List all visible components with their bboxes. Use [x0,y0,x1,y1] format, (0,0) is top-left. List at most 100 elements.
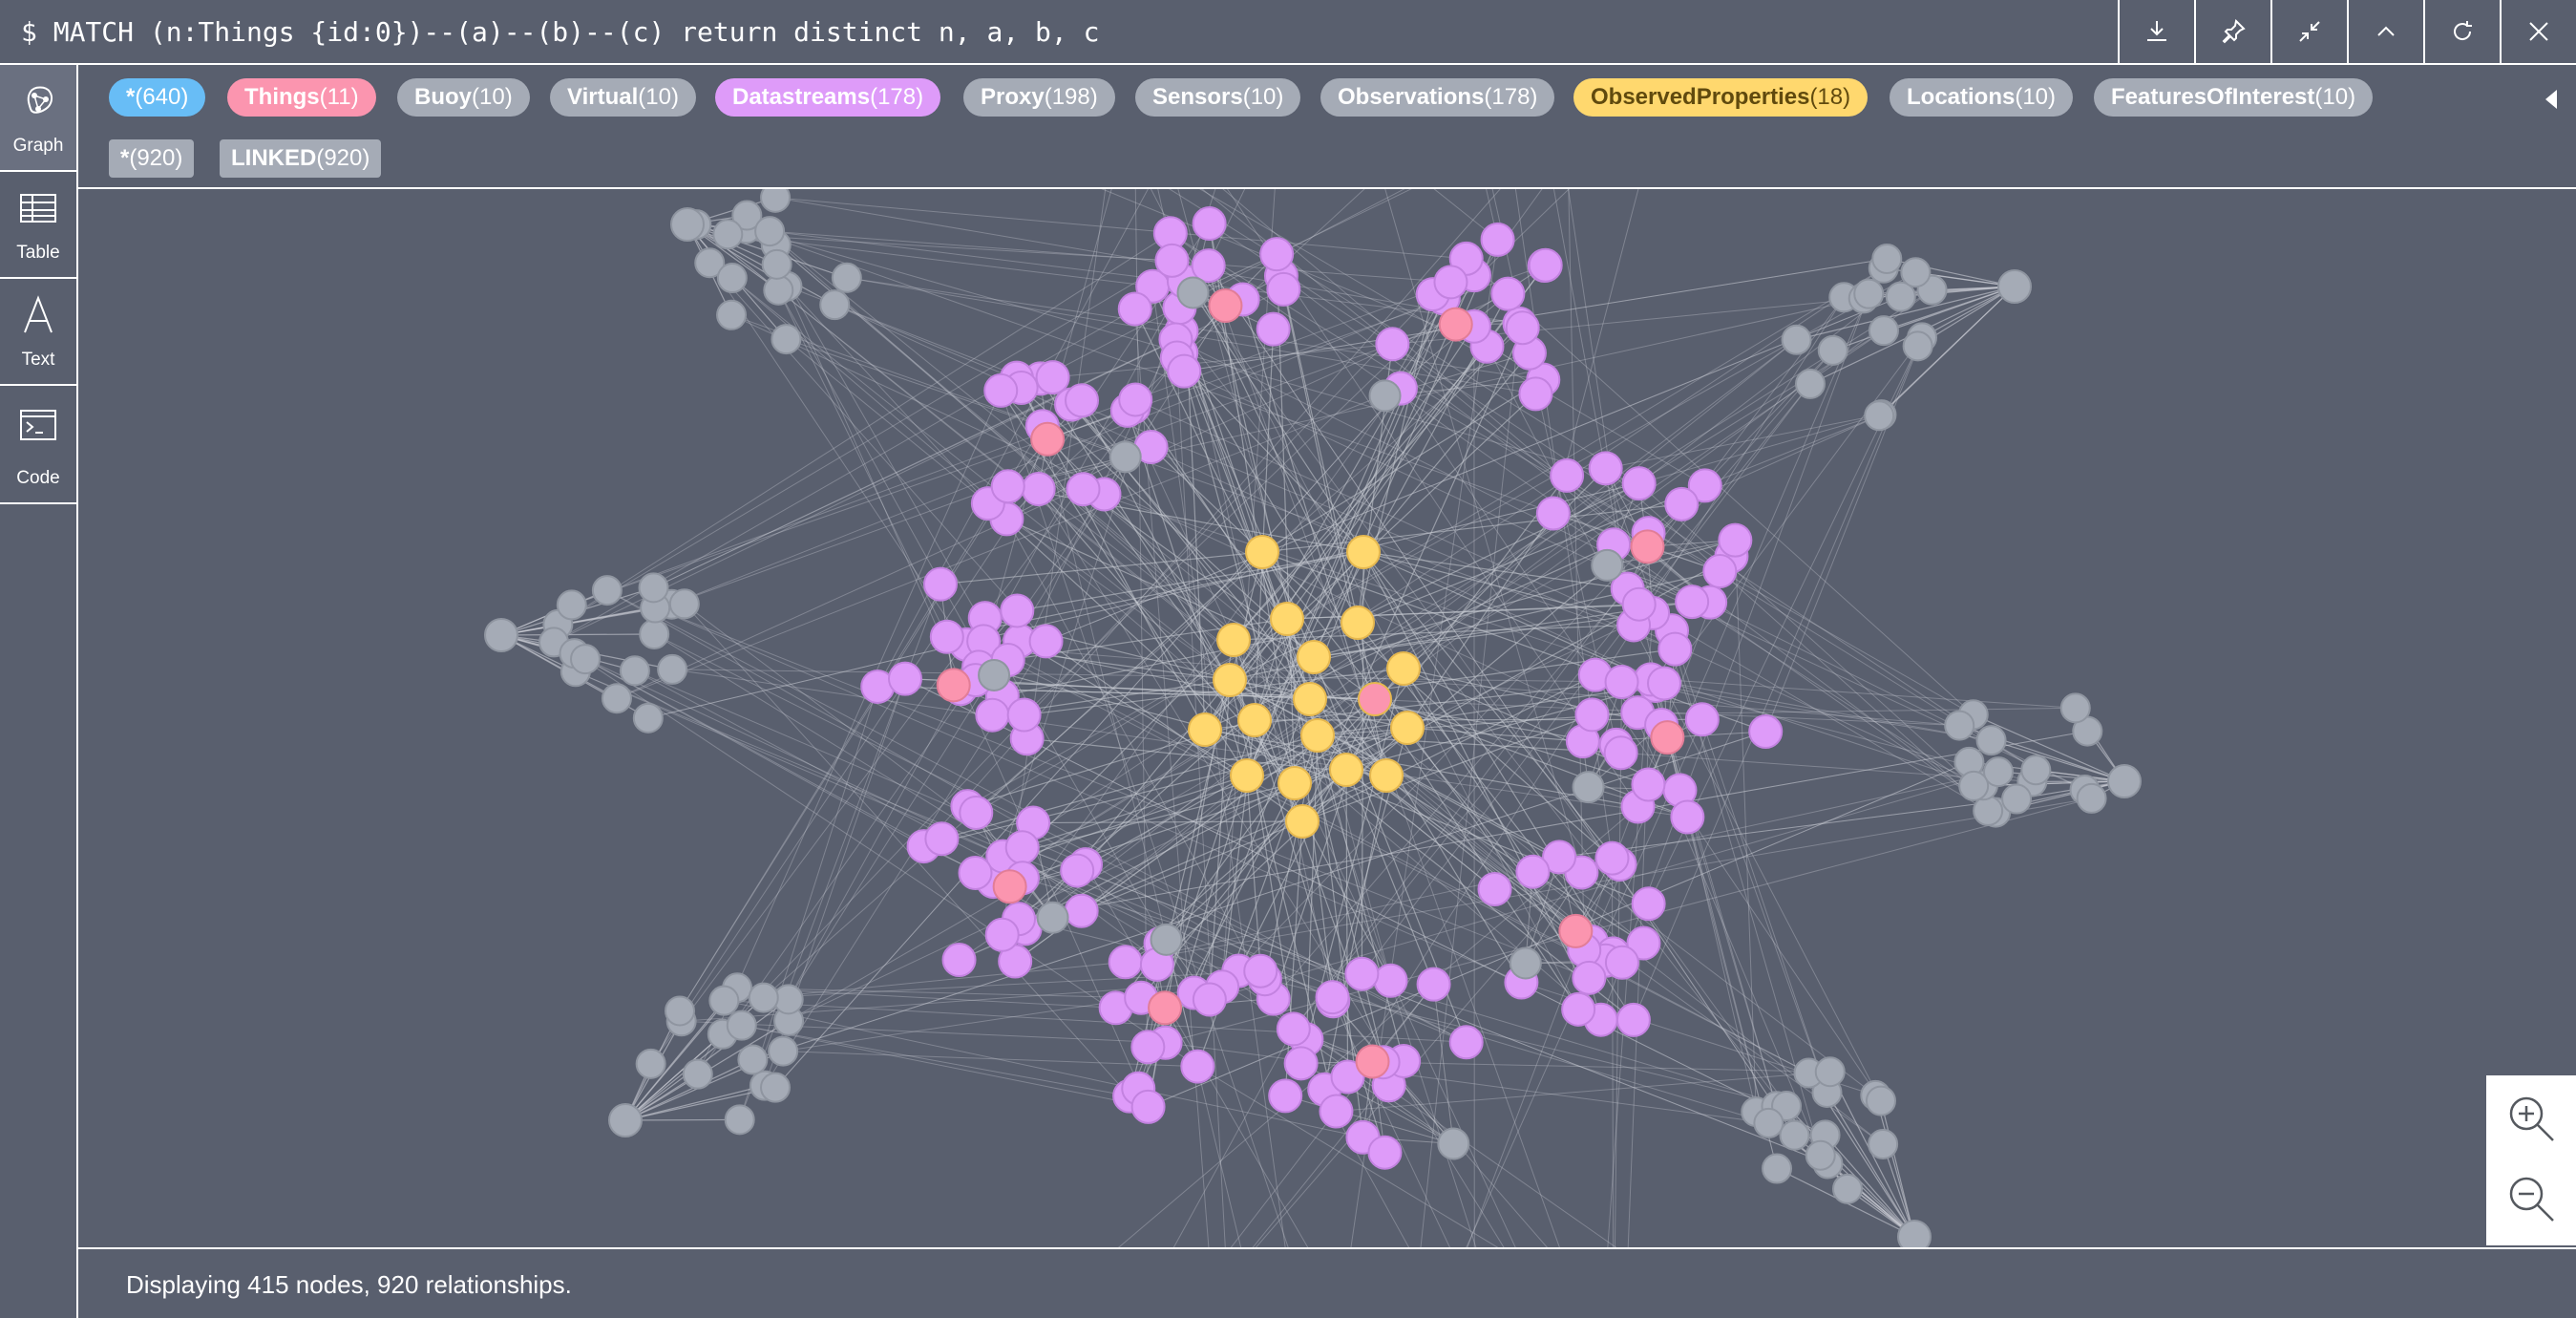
observed-property-node[interactable] [1270,602,1304,636]
proxy-node[interactable] [1036,901,1069,934]
observed-property-node[interactable] [1369,758,1404,793]
datastream-node[interactable] [1550,457,1585,493]
legend-label-pill[interactable]: Buoy(10) [397,78,530,117]
proxy-node[interactable] [1897,1220,1932,1247]
legend-label-pill[interactable]: Observations(178) [1320,78,1555,117]
datastream-node[interactable] [975,697,1010,733]
datastream-node[interactable] [1477,871,1512,906]
minimize-button[interactable] [2347,0,2423,63]
legend-label-pill[interactable]: Sensors(10) [1135,78,1301,117]
proxy-node[interactable] [819,289,851,321]
datastream-node[interactable] [1675,585,1710,620]
proxy-node[interactable] [2107,764,2142,798]
observed-property-node[interactable] [1386,651,1421,686]
datastream-node[interactable] [1574,697,1610,733]
proxy-node[interactable] [1864,400,1895,432]
observed-property-node[interactable] [1237,703,1272,737]
relationship-edge[interactable] [741,1025,1130,1097]
relationship-edge[interactable] [1148,761,1970,1108]
datastream-node[interactable] [959,795,994,830]
datastream-node[interactable] [924,821,960,857]
observed-property-node[interactable] [1293,682,1327,716]
proxy-node[interactable] [1817,334,1848,366]
datastream-node[interactable] [1367,1135,1403,1170]
proxy-node[interactable] [771,324,802,355]
legend-label-pill[interactable]: FeaturesOfInterest(10) [2094,78,2374,117]
proxy-node[interactable] [1805,1139,1836,1171]
datastream-node[interactable] [1748,714,1784,750]
datastream-node[interactable] [887,661,922,696]
proxy-node[interactable] [1753,1107,1784,1138]
relationship-edge[interactable] [741,1025,1149,1108]
datastream-node[interactable] [1718,522,1753,558]
relationship-edge[interactable] [786,338,989,504]
proxy-node[interactable] [2020,755,2052,786]
datastream-node[interactable] [1315,980,1350,1015]
proxy-node[interactable] [601,683,632,714]
proxy-node[interactable] [1176,276,1210,309]
observed-property-node[interactable] [1329,753,1363,787]
datastream-node[interactable] [1603,735,1638,771]
proxy-node[interactable] [1868,315,1899,347]
datastream-node[interactable] [1319,1094,1354,1129]
datastream-node[interactable] [1528,247,1563,283]
relationship-edge[interactable] [684,603,1211,1000]
datastream-node[interactable] [1615,1002,1651,1037]
datastream-node[interactable] [1117,291,1152,327]
datastream-node[interactable] [1433,265,1468,300]
proxy-node[interactable] [768,1035,799,1067]
observed-property-node[interactable] [1390,711,1425,745]
proxy-node[interactable] [712,219,744,250]
datastream-node[interactable] [1631,886,1666,922]
graph-svg[interactable] [78,189,2576,1247]
proxy-node[interactable] [1944,710,1975,741]
observed-property-node[interactable] [1285,804,1320,839]
datastream-node[interactable] [1658,631,1693,667]
observed-property-node[interactable] [1341,606,1375,640]
datastream-node[interactable] [1561,991,1596,1027]
datastream-node[interactable] [1028,624,1064,659]
proxy-node[interactable] [1900,257,1932,288]
proxy-node[interactable] [670,207,705,242]
datastream-node[interactable] [1480,222,1515,257]
proxy-node[interactable] [708,985,740,1016]
legend-label-pill[interactable]: ObservedProperties(18) [1573,78,1869,117]
observed-property-node[interactable] [1245,535,1279,569]
observed-property-node[interactable] [1277,766,1312,800]
relationship-edge[interactable] [1874,1095,1915,1238]
proxy-node[interactable] [1853,278,1885,309]
proxy-node[interactable] [608,1103,643,1137]
proxy-node[interactable] [2059,692,2091,724]
datastream-node[interactable] [1064,893,1099,928]
relationship-edge[interactable] [500,633,655,636]
proxy-node[interactable] [2001,783,2033,815]
datastream-node[interactable] [1268,1078,1303,1114]
relationship-edge[interactable] [1671,630,1827,1094]
relationship-edge[interactable] [1261,379,1544,553]
legend-label-pill[interactable]: Virtual(10) [550,78,696,117]
proxy-node[interactable] [1762,1153,1793,1184]
observed-property-node[interactable] [1346,535,1381,569]
proxy-node[interactable] [716,263,748,294]
thing-node[interactable] [1355,1044,1390,1079]
legend-label-pill[interactable]: Locations(10) [1890,78,2074,117]
thing-node[interactable] [1438,307,1473,342]
datastream-node[interactable] [1060,853,1095,888]
proxy-node[interactable] [1794,368,1826,399]
datastream-node[interactable] [1505,310,1540,346]
datastream-node[interactable] [1604,665,1639,700]
proxy-node[interactable] [726,1010,757,1041]
proxy-node[interactable] [831,262,862,293]
relationship-edge[interactable] [1704,415,1880,486]
relationship-edge[interactable] [1605,414,1882,469]
datastream-node[interactable] [1259,237,1295,272]
observed-property-node[interactable] [1216,623,1251,657]
proxy-node[interactable] [1150,923,1183,956]
graph-canvas[interactable] [78,189,2576,1247]
datastream-node[interactable] [1066,472,1101,507]
observed-property-node[interactable] [1213,663,1247,697]
proxy-node[interactable] [632,702,664,733]
datastream-node[interactable] [990,469,1025,504]
proxy-node[interactable] [591,575,623,606]
proxy-node[interactable] [1871,243,1903,274]
